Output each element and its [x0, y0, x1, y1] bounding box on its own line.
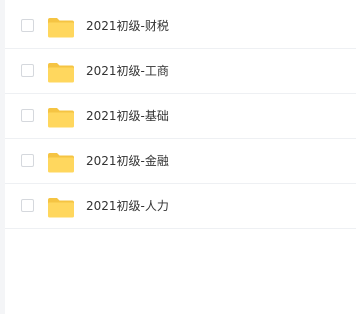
folder-icon — [48, 108, 74, 128]
folder-icon — [48, 18, 74, 38]
file-name[interactable]: 2021初级-金融 — [86, 153, 169, 169]
list-item[interactable]: 2021初级-工商 — [5, 49, 356, 94]
row-checkbox[interactable] — [21, 109, 34, 122]
row-checkbox[interactable] — [21, 64, 34, 77]
folder-icon — [48, 63, 74, 83]
file-name[interactable]: 2021初级-基础 — [86, 108, 169, 124]
file-list: 2021初级-财税 2021初级-工商 2021初级-基础 2021初级-金融 … — [5, 4, 356, 229]
list-item[interactable]: 2021初级-金融 — [5, 139, 356, 184]
row-checkbox[interactable] — [21, 19, 34, 32]
row-checkbox[interactable] — [21, 199, 34, 212]
file-name[interactable]: 2021初级-工商 — [86, 63, 169, 79]
list-item[interactable]: 2021初级-财税 — [5, 4, 356, 49]
list-item[interactable]: 2021初级-基础 — [5, 94, 356, 139]
list-item[interactable]: 2021初级-人力 — [5, 184, 356, 229]
folder-icon — [48, 153, 74, 173]
row-checkbox[interactable] — [21, 154, 34, 167]
file-browser-panel: 2021初级-财税 2021初级-工商 2021初级-基础 2021初级-金融 … — [0, 0, 356, 314]
file-name[interactable]: 2021初级-人力 — [86, 198, 169, 214]
folder-icon — [48, 198, 74, 218]
file-name[interactable]: 2021初级-财税 — [86, 18, 169, 34]
